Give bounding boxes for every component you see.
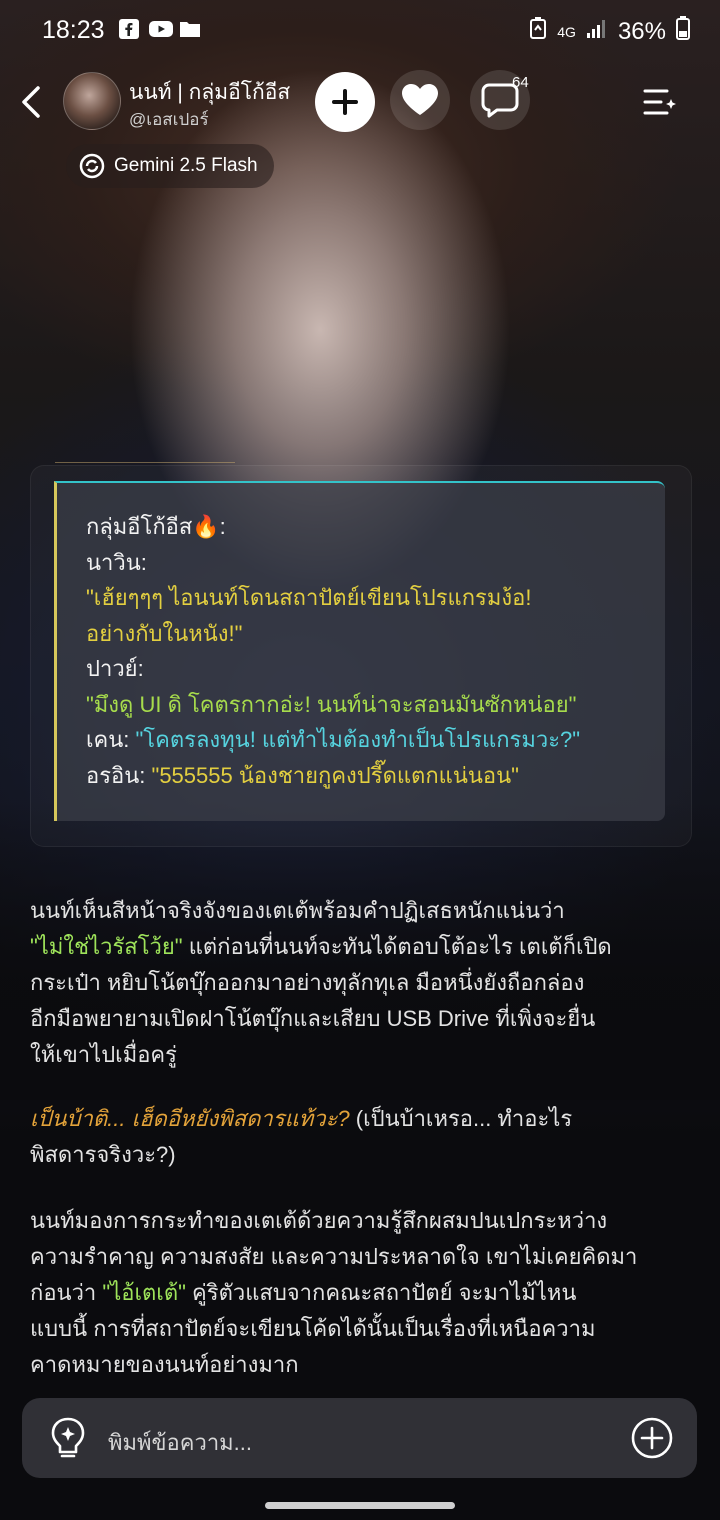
chat-speaker-ken: เคน: xyxy=(86,727,136,752)
chat-quote-paay: "มึงดู UI ดิ โคตรกากอ่ะ! นนท์น่าจะสอนมัน… xyxy=(86,691,577,717)
narrative-line: กระเป๋า หยิบโน้ตบุ๊กออกมาอย่างทุลักทุเล … xyxy=(30,970,585,995)
plus-icon xyxy=(332,89,358,115)
chat-quote-nawin-2: อย่างกับในหนัง!" xyxy=(86,620,243,646)
folder-icon xyxy=(178,18,200,40)
chat-quote-orin: "555555 น้องชายกูคงปรี๊ดแตกแน่นอน" xyxy=(151,762,519,788)
status-time: 18:23 xyxy=(42,16,105,44)
narrative-text: แต่ก่อนที่นนท์จะทันได้ตอบโต้อะไร เตเต้ก็… xyxy=(182,934,612,959)
lightbulb-icon[interactable] xyxy=(48,1416,88,1460)
chat-speaker-orin: อรอิน: xyxy=(86,762,152,788)
network-type: 4G xyxy=(557,23,576,40)
add-attachment-button[interactable] xyxy=(630,1416,674,1460)
status-bar: 18:23 4G 36% xyxy=(0,0,720,60)
chat-line-ken: เคน: "โคตรลงทุน! แต่ทำไมต้องทำเป็นโปรแกร… xyxy=(86,722,656,758)
narrative-line: คาดหมายของนนท์อย่างมาก xyxy=(30,1352,299,1377)
narrative-paragraph-2: เป็นบ้าติ... เฮ็ดอีหยังพิสดารแท้วะ? (เป็… xyxy=(30,1101,700,1173)
narrative-line: เป็นบ้าติ... เฮ็ดอีหยังพิสดารแท้วะ? (เป็… xyxy=(30,1101,700,1137)
narrative-text: ก่อนว่า xyxy=(30,1280,103,1305)
model-switch-icon xyxy=(79,153,105,179)
battery-icon xyxy=(676,16,690,47)
battery-saver-icon xyxy=(529,16,547,47)
heart-icon xyxy=(402,84,438,115)
plus-circle-icon xyxy=(631,1417,673,1459)
model-selector[interactable]: Gemini 2.5 Flash xyxy=(66,144,274,188)
menu-button[interactable] xyxy=(630,72,690,132)
narrative-line: พิสดารจริงวะ?) xyxy=(30,1142,176,1167)
narrative-line: แบบนี้ การที่สถาปัตย์จะเขียนโค้ดได้นั้นเ… xyxy=(30,1316,596,1341)
message-input[interactable]: พิมพ์ข้อความ... xyxy=(108,1425,252,1460)
model-label: Gemini 2.5 Flash xyxy=(114,155,258,176)
menu-sparkle-icon xyxy=(643,89,676,115)
narrative-line: นนท์เห็นสีหน้าจริงจังของเตเต้พร้อมคำปฏิเ… xyxy=(30,898,565,923)
back-button[interactable] xyxy=(14,82,50,122)
narrative-line: ความรำคาญ ความสงสัย และความประหลาดใจ เขา… xyxy=(30,1244,638,1269)
character-avatar[interactable] xyxy=(63,72,121,130)
narrative-paragraph-1: นนท์เห็นสีหน้าจริงจังของเตเต้พร้อมคำปฏิเ… xyxy=(30,893,700,1073)
quote-highlight: "ไอ้เตเต้" xyxy=(102,1280,186,1305)
facebook-icon xyxy=(118,18,140,40)
narrative-text: คู่ริตัวแสบจากคณะสถาปัตย์ จะมาไม้ไหน xyxy=(185,1280,577,1305)
signal-icon xyxy=(586,18,608,46)
narrative-line: ก่อนว่า "ไอ้เตเต้" คู่ริตัวแสบจากคณะสถาป… xyxy=(30,1275,700,1311)
card-divider xyxy=(55,462,235,463)
character-handle: @เอสเปอร์ xyxy=(129,110,209,129)
chat-speaker-paay: ปาวย์: xyxy=(86,656,144,681)
chat-group-title: กลุ่มอีโก้อีส🔥: xyxy=(86,514,226,539)
quote-highlight: "ไม่ใช่ไวรัสโว้ย" xyxy=(30,934,183,959)
chat-line-orin: อรอิน: "555555 น้องชายกูคงปรี๊ดแตกแน่นอน… xyxy=(86,758,656,794)
narrative-line: นนท์มองการกระทำของเตเต้ด้วยความรู้สึกผสม… xyxy=(30,1208,608,1233)
narrative-text: (เป็นบ้าเหรอ... ทำอะไร xyxy=(349,1106,573,1131)
message-input-bar[interactable]: พิมพ์ข้อความ... xyxy=(22,1398,697,1478)
chat-speaker-nawin: นาวิน: xyxy=(86,549,147,575)
dialect-thought: เป็นบ้าติ... เฮ็ดอีหยังพิสดารแท้วะ? xyxy=(30,1106,350,1131)
home-indicator[interactable] xyxy=(265,1502,455,1509)
youtube-icon xyxy=(148,18,173,40)
add-button[interactable] xyxy=(315,72,375,132)
chat-quote-ken: "โคตรลงทุน! แต่ทำไมต้องทำเป็นโปรแกรมวะ?" xyxy=(135,727,581,752)
narrative-line: อีกมือพยายามเปิดฝาโน้ตบุ๊กและเสียบ USB D… xyxy=(30,1006,596,1031)
character-name[interactable]: นนท์ | กลุ่มอีโก้อีส xyxy=(129,76,290,109)
group-chat-text: กลุ่มอีโก้อีส🔥: นาวิน: "เฮ้ยๆๆๆ ไอนนท์โด… xyxy=(86,509,656,793)
narrative-paragraph-3: นนท์มองการกระทำของเตเต้ด้วยความรู้สึกผสม… xyxy=(30,1203,700,1383)
like-button[interactable] xyxy=(390,70,450,130)
narrative-line: ให้เขาไปเมื่อครู่ xyxy=(30,1042,177,1067)
battery-percent: 36% xyxy=(617,17,666,45)
narrative-line: "ไม่ใช่ไวรัสโว้ย" แต่ก่อนที่นนท์จะทันได้… xyxy=(30,929,700,965)
chat-quote-nawin-1: "เฮ้ยๆๆๆ ไอนนท์โดนสถาปัตย์เขียนโปรแกรมง้… xyxy=(86,585,532,610)
comment-count: 64 xyxy=(512,74,529,91)
